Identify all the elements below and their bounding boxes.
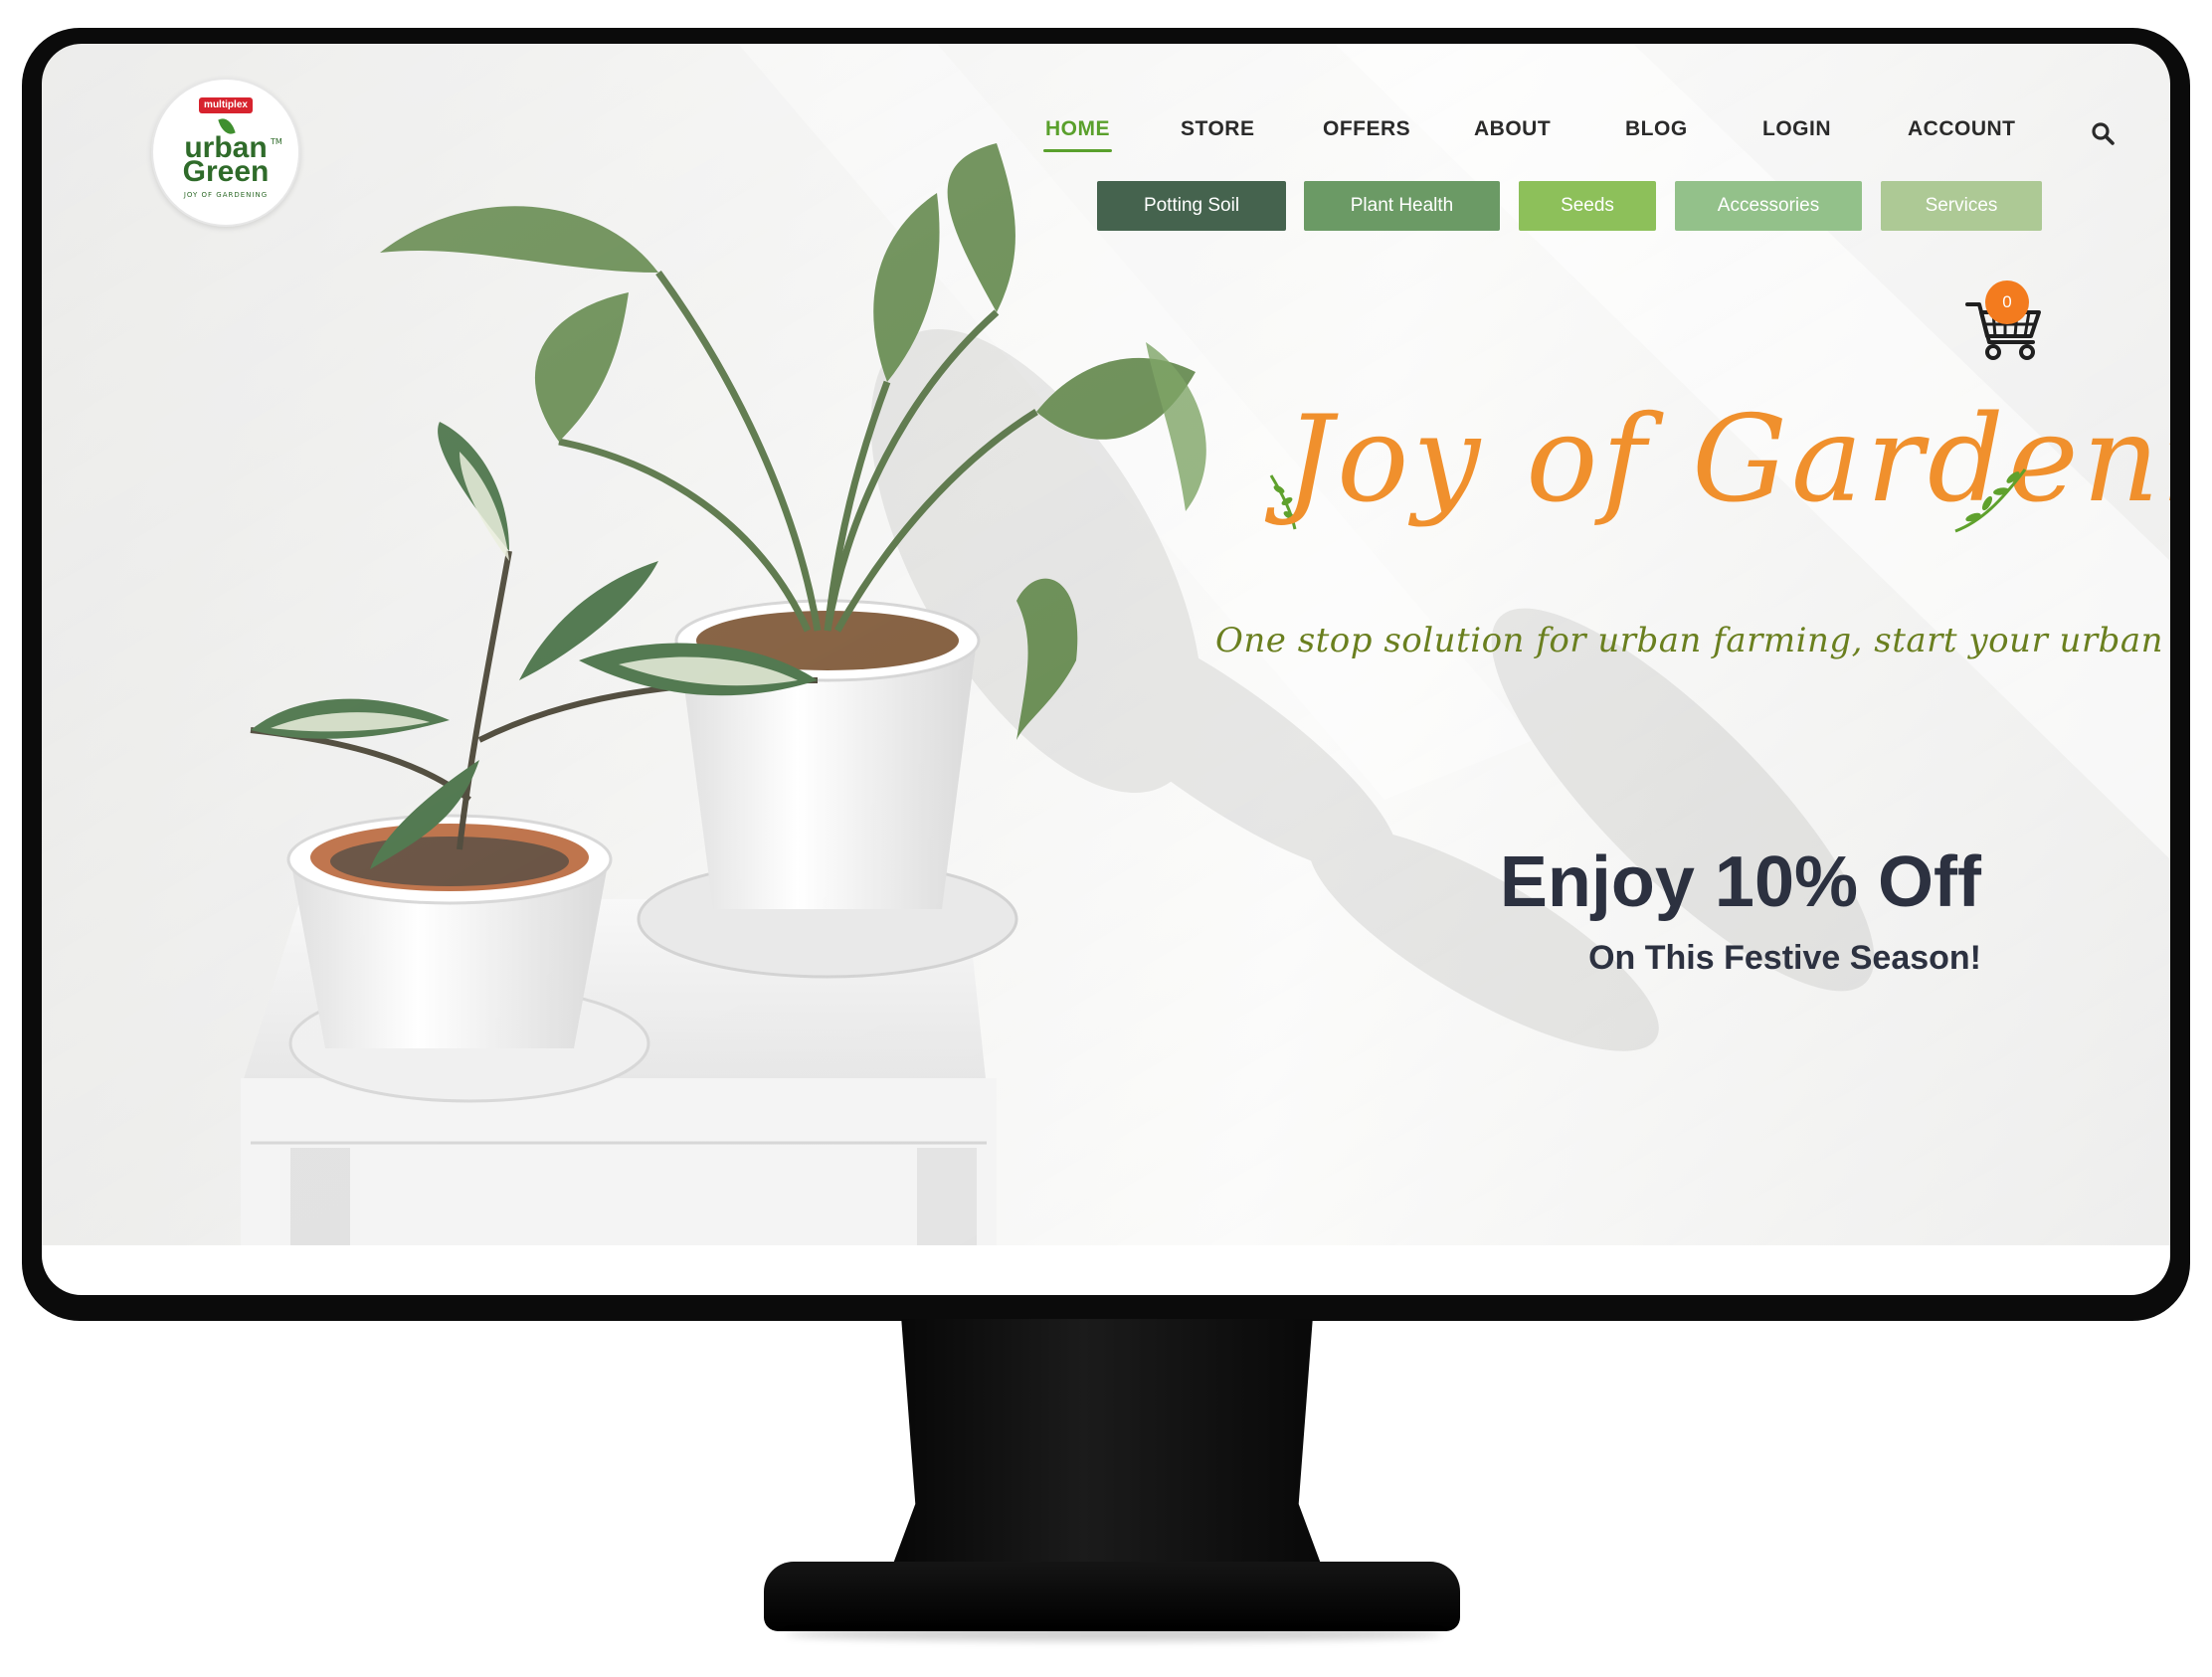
stand-shadow xyxy=(786,1627,1442,1641)
sprig-right-icon xyxy=(1954,468,2027,533)
nav-home[interactable]: HOME xyxy=(1043,117,1112,152)
category-plant-health-button[interactable]: Plant Health xyxy=(1304,181,1500,231)
category-potting-soil-button[interactable]: Potting Soil xyxy=(1097,181,1286,231)
main-nav: HOME STORE OFFERS ABOUT BLOG LOGIN ACCOU… xyxy=(42,117,2170,157)
nav-login[interactable]: LOGIN xyxy=(1762,117,1831,141)
nav-login-label: LOGIN xyxy=(1762,117,1831,140)
nav-store-label: STORE xyxy=(1181,117,1255,140)
nav-offers-label: OFFERS xyxy=(1323,117,1411,140)
logo-badge: multiplex xyxy=(199,97,253,113)
monitor-chin xyxy=(42,1245,2170,1295)
nav-active-underline xyxy=(1043,149,1112,152)
nav-store[interactable]: STORE xyxy=(1181,117,1254,141)
website-screen: multiplex urban TM Green JOY OF GARDENIN… xyxy=(42,44,2170,1252)
cart-button[interactable]: 0 xyxy=(1965,280,2045,366)
category-seeds-button[interactable]: Seeds xyxy=(1519,181,1656,231)
monitor-stand-base xyxy=(764,1562,1460,1631)
nav-blog[interactable]: BLOG xyxy=(1625,117,1688,141)
category-services-button[interactable]: Services xyxy=(1881,181,2042,231)
category-accessories-button[interactable]: Accessories xyxy=(1675,181,1862,231)
search-icon[interactable] xyxy=(2091,121,2117,147)
hero-tagline: One stop solution for urban farming, sta… xyxy=(1215,621,2170,660)
offer-subtitle: On This Festive Season! xyxy=(1588,939,1981,977)
offer-title: Enjoy 10% Off xyxy=(1499,842,1981,922)
hero-title: Joy of Gardening xyxy=(1265,362,2170,591)
nav-blog-label: BLOG xyxy=(1625,117,1688,140)
nav-offers[interactable]: OFFERS xyxy=(1323,117,1410,141)
hero-title-text: Joy of Gardening xyxy=(1285,391,2170,529)
nav-about[interactable]: ABOUT xyxy=(1474,117,1551,141)
cart-count-badge: 0 xyxy=(1985,280,2029,324)
nav-home-label: HOME xyxy=(1045,117,1110,140)
nav-account-label: ACCOUNT xyxy=(1908,117,2016,140)
nav-about-label: ABOUT xyxy=(1474,117,1552,140)
category-bar: Potting Soil Plant Health Seeds Accessor… xyxy=(42,181,2170,231)
nav-account[interactable]: ACCOUNT xyxy=(1908,117,2016,141)
